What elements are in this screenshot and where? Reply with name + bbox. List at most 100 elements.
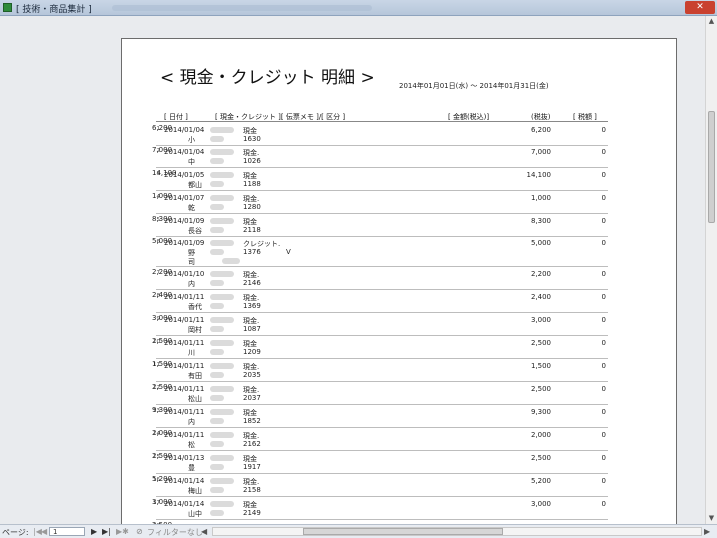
vertical-scrollbar[interactable]: ▲ ▼ bbox=[705, 16, 717, 524]
row-code: 1026 bbox=[243, 157, 261, 165]
obscured-text bbox=[210, 240, 234, 246]
new-record-button[interactable]: ▶✱ bbox=[116, 527, 129, 536]
row-divider bbox=[156, 289, 608, 290]
row-code: 1917 bbox=[243, 463, 261, 471]
obscured-text bbox=[210, 395, 224, 401]
row-excl: 2,500 bbox=[530, 385, 551, 393]
row-amount: 2,500 bbox=[152, 337, 173, 345]
table-row: 7 2014/01/10 内現金. 2146 2,200 2,200 0 bbox=[152, 268, 608, 290]
row-code: 1376 bbox=[243, 248, 261, 256]
horizontal-scrollbar[interactable] bbox=[212, 527, 702, 536]
table-row: 2 2014/01/04 中現金. 1026 7,000 7,000 0 bbox=[152, 146, 608, 168]
row-code: 2149 bbox=[243, 509, 261, 517]
row-excl: 3,000 bbox=[530, 316, 551, 324]
row-code: 2035 bbox=[243, 371, 261, 379]
row-name: 梅山 bbox=[188, 487, 202, 495]
row-code: 2037 bbox=[243, 394, 261, 402]
row-name: 中 bbox=[188, 158, 195, 166]
obscured-text bbox=[210, 501, 234, 507]
obscured-text bbox=[210, 249, 224, 255]
row-excl: 5,000 bbox=[530, 239, 551, 247]
obscured-text bbox=[210, 386, 234, 392]
obscured-text bbox=[222, 258, 240, 264]
obscured-text bbox=[210, 464, 224, 470]
obscured-text bbox=[210, 478, 234, 484]
obscured-text bbox=[210, 441, 224, 447]
row-amount: 5,000 bbox=[152, 237, 173, 245]
row-code: 1280 bbox=[243, 203, 261, 211]
prev-page-button[interactable]: ◀ bbox=[41, 527, 47, 536]
row-divider bbox=[156, 381, 608, 382]
row-tax: 0 bbox=[601, 477, 606, 485]
report-period: 2014年01月01日(水) ～ 2014年01月31日(金) bbox=[399, 82, 549, 90]
row-code: 1087 bbox=[243, 325, 261, 333]
arrow-down-icon[interactable]: ▼ bbox=[706, 513, 717, 524]
row-amount: 2,000 bbox=[152, 429, 173, 437]
row-divider bbox=[156, 519, 608, 520]
table-row: 16 2014/01/14 梅山 現金. 2158 5,200 5,200 0 bbox=[152, 475, 608, 497]
obscured-text bbox=[210, 349, 224, 355]
obscured-text bbox=[210, 127, 234, 133]
scrollbar-thumb[interactable] bbox=[708, 111, 715, 223]
row-divider bbox=[156, 358, 608, 359]
obscured-text bbox=[210, 432, 234, 438]
row-amount: 1,500 bbox=[152, 360, 173, 368]
table-row: 5 2014/01/09 長谷 現金 2118 8,300 8,300 0 bbox=[152, 215, 608, 237]
table-row: 3 2014/01/05 都山 現金 1188 14,100 14,100 0 bbox=[152, 169, 608, 191]
row-divider bbox=[156, 404, 608, 405]
row-code: 2158 bbox=[243, 486, 261, 494]
table-row: 4 2014/01/07 乾現金. 1280 1,000 1,000 0 bbox=[152, 192, 608, 214]
obscured-text bbox=[210, 409, 234, 415]
row-amount: 2,500 bbox=[152, 383, 173, 391]
row-name: 長谷 bbox=[188, 227, 202, 235]
obscured-text bbox=[210, 172, 234, 178]
close-button[interactable]: ✕ bbox=[685, 1, 715, 14]
obscured-text bbox=[210, 487, 224, 493]
obscured-text bbox=[210, 418, 224, 424]
row-excl: 9,300 bbox=[530, 408, 551, 416]
row-code: 2118 bbox=[243, 226, 261, 234]
last-page-button[interactable]: ▶| bbox=[102, 527, 111, 536]
table-row: 13 2014/01/11 内現金 1852 9,300 9,300 0 bbox=[152, 406, 608, 428]
row-tax: 0 bbox=[601, 408, 606, 416]
status-bar: ページ: |◀ ◀ 1 ▶ ▶| ▶✱ ⊘ フィルターなし ◀ ▶ bbox=[0, 524, 717, 538]
row-amount: 14,100 bbox=[152, 169, 177, 177]
window-title: [ 技術・商品集計 ] bbox=[16, 5, 92, 15]
row-excl: 2,000 bbox=[530, 431, 551, 439]
row-amount: 2,400 bbox=[152, 291, 173, 299]
obscured-text bbox=[210, 158, 224, 164]
page-number-input[interactable]: 1 bbox=[49, 527, 85, 536]
row-tax: 0 bbox=[601, 239, 606, 247]
horizontal-scrollbar-thumb[interactable] bbox=[303, 528, 503, 535]
row-tax: 0 bbox=[601, 270, 606, 278]
row-tax: 0 bbox=[601, 339, 606, 347]
row-tax: 0 bbox=[601, 362, 606, 370]
filter-status[interactable]: フィルターなし bbox=[147, 527, 203, 538]
next-page-button[interactable]: ▶ bbox=[91, 527, 97, 536]
row-tax: 0 bbox=[601, 385, 606, 393]
arrow-up-icon[interactable]: ▲ bbox=[706, 16, 717, 27]
scroll-right-icon[interactable]: ▶ bbox=[704, 527, 710, 536]
row-memo: V bbox=[286, 248, 291, 256]
row-name: 山中 bbox=[188, 510, 202, 518]
row-code: 2162 bbox=[243, 440, 261, 448]
report-title: < 現金・クレジット 明細 > bbox=[160, 68, 375, 88]
scroll-left-icon[interactable]: ◀ bbox=[201, 527, 207, 536]
row-tax: 0 bbox=[601, 500, 606, 508]
row-tax: 0 bbox=[601, 293, 606, 301]
row-name: 岡村 bbox=[188, 326, 202, 334]
obscured-text bbox=[210, 280, 224, 286]
row-code: 1630 bbox=[243, 135, 261, 143]
row-name: 乾 bbox=[188, 204, 195, 212]
table-row: 1 2014/01/04 小現金 1630 6,200 6,200 0 bbox=[152, 124, 608, 146]
row-amount: 5,200 bbox=[152, 475, 173, 483]
row-tax: 0 bbox=[601, 126, 606, 134]
row-tax: 0 bbox=[601, 217, 606, 225]
row-divider bbox=[156, 213, 608, 214]
row-amount: 2,200 bbox=[152, 268, 173, 276]
table-row: 6 2014/01/09 野司クレジット. 1376 V 5,000 5,000 0 bbox=[152, 237, 608, 267]
row-code: 1852 bbox=[243, 417, 261, 425]
obscured-text bbox=[210, 326, 224, 332]
row-amount: 3,000 bbox=[152, 314, 173, 322]
row-excl: 3,000 bbox=[530, 500, 551, 508]
